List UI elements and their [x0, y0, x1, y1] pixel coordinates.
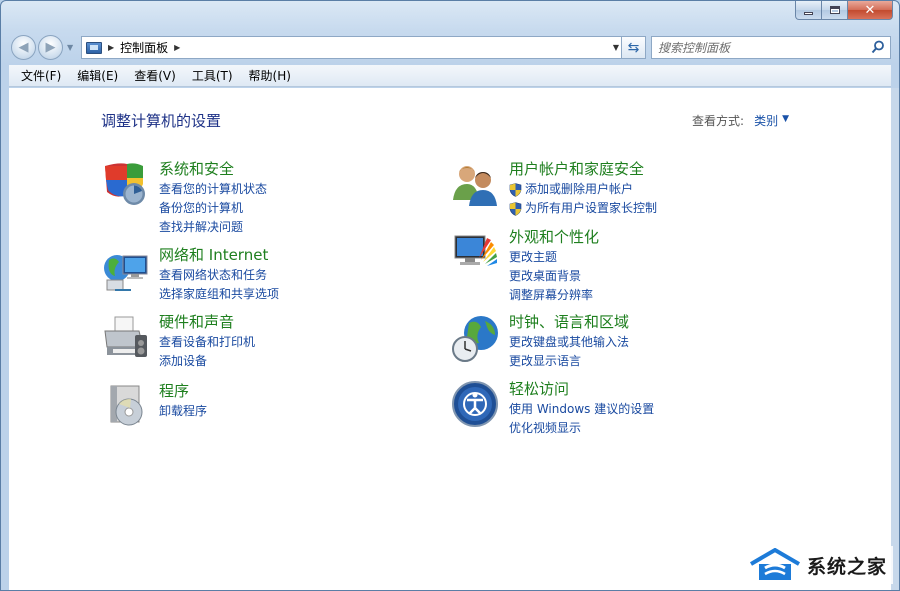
category-title[interactable]: 外观和个性化 — [509, 228, 599, 246]
caption-buttons: ✕ — [795, 1, 893, 20]
house-logo-icon — [749, 548, 800, 580]
category-title[interactable]: 硬件和声音 — [159, 313, 255, 331]
link-windows-recommended-settings[interactable]: 使用 Windows 建议的设置 — [509, 400, 654, 419]
menu-tools[interactable]: 工具(T) — [184, 65, 241, 86]
category-title[interactable]: 系统和安全 — [159, 160, 267, 178]
system-security-icon — [105, 163, 145, 205]
breadcrumb-chevron-icon[interactable]: ▶ — [174, 43, 180, 52]
link-desktop-background[interactable]: 更改桌面背景 — [509, 267, 599, 286]
minimize-button[interactable] — [795, 1, 822, 20]
category-body: 系统和安全 查看您的计算机状态 备份您的计算机 查找并解决问题 — [159, 160, 267, 237]
link-text[interactable]: 为所有用户设置家长控制 — [525, 199, 657, 218]
link-parental-controls[interactable]: 为所有用户设置家长控制 — [509, 199, 657, 218]
category-clock-language-region: 时钟、语言和区域 更改键盘或其他输入法 更改显示语言 — [451, 313, 629, 371]
link-backup-computer[interactable]: 备份您的计算机 — [159, 199, 267, 218]
maximize-button[interactable] — [822, 1, 848, 20]
hardware-printer-icon — [104, 316, 147, 357]
address-dropdown-icon[interactable]: ▼ — [613, 43, 619, 52]
content-area: 调整计算机的设置 查看方式: 类别 ▼ 系统和安全 查看您的计算机状态 备份您的… — [9, 88, 891, 590]
category-ease-of-access: 轻松访问 使用 Windows 建议的设置 优化视频显示 — [451, 380, 654, 438]
category-body: 用户帐户和家庭安全 添加或删除用户帐户 为所有用户设置家长控制 — [509, 160, 657, 218]
close-icon: ✕ — [864, 2, 876, 18]
category-body: 时钟、语言和区域 更改键盘或其他输入法 更改显示语言 — [509, 313, 629, 371]
category-body: 轻松访问 使用 Windows 建议的设置 优化视频显示 — [509, 380, 654, 438]
search-input[interactable] — [658, 40, 868, 55]
view-by-dropdown-icon[interactable]: ▼ — [782, 114, 789, 129]
refresh-icon: ⇆ — [627, 39, 640, 56]
category-appearance: 外观和个性化 更改主题 更改桌面背景 调整屏幕分辨率 — [451, 228, 599, 305]
link-change-theme[interactable]: 更改主题 — [509, 248, 599, 267]
menu-edit[interactable]: 编辑(E) — [69, 65, 126, 86]
users-icon — [453, 166, 497, 206]
link-keyboard-input[interactable]: 更改键盘或其他输入法 — [509, 333, 629, 352]
view-by: 查看方式: 类别 ▼ — [692, 112, 789, 129]
navigation-bar: ◀ ▶ ▼ ▶ 控制面板 ▶ ▼ ⇆ — [9, 33, 891, 61]
category-hardware-sound: 硬件和声音 查看设备和打印机 添加设备 — [101, 313, 255, 371]
category-body: 外观和个性化 更改主题 更改桌面背景 调整屏幕分辨率 — [509, 228, 599, 305]
category-title[interactable]: 轻松访问 — [509, 380, 654, 398]
category-body: 网络和 Internet 查看网络状态和任务 选择家庭组和共享选项 — [159, 246, 279, 304]
link-display-language[interactable]: 更改显示语言 — [509, 352, 629, 371]
maximize-icon — [829, 6, 840, 14]
link-add-device[interactable]: 添加设备 — [159, 352, 255, 371]
recent-pages-dropdown[interactable]: ▼ — [67, 43, 73, 52]
link-view-network-status[interactable]: 查看网络状态和任务 — [159, 266, 279, 285]
control-panel-icon — [86, 41, 102, 54]
close-button[interactable]: ✕ — [848, 1, 893, 20]
window-frame-right — [891, 88, 899, 590]
menu-view[interactable]: 查看(V) — [126, 65, 184, 86]
programs-icon — [110, 385, 143, 426]
clock-globe-icon — [452, 316, 498, 362]
forward-arrow-icon: ▶ — [45, 40, 56, 55]
breadcrumb-control-panel[interactable]: 控制面板 — [120, 39, 168, 56]
category-user-accounts: 用户帐户和家庭安全 添加或删除用户帐户 为所有用户设置家长控制 — [451, 160, 657, 218]
category-programs: 程序 卸载程序 — [101, 382, 207, 432]
breadcrumb-chevron-icon[interactable]: ▶ — [108, 43, 114, 52]
link-screen-resolution[interactable]: 调整屏幕分辨率 — [509, 286, 599, 305]
category-body: 硬件和声音 查看设备和打印机 添加设备 — [159, 313, 255, 371]
category-title[interactable]: 用户帐户和家庭安全 — [509, 160, 657, 178]
watermark-text: 系统之家 — [806, 555, 887, 578]
category-network: 网络和 Internet 查看网络状态和任务 选择家庭组和共享选项 — [101, 246, 279, 304]
link-add-remove-users[interactable]: 添加或删除用户帐户 — [509, 180, 657, 199]
network-icon — [104, 255, 148, 291]
link-text[interactable]: 添加或删除用户帐户 — [525, 180, 633, 199]
category-system-security: 系统和安全 查看您的计算机状态 备份您的计算机 查找并解决问题 — [101, 160, 267, 237]
menu-bar: 文件(F) 编辑(E) 查看(V) 工具(T) 帮助(H) — [9, 65, 891, 87]
category-body: 程序 卸载程序 — [159, 382, 207, 432]
link-view-computer-status[interactable]: 查看您的计算机状态 — [159, 180, 267, 199]
menu-help[interactable]: 帮助(H) — [241, 65, 299, 86]
address-bar[interactable]: ▶ 控制面板 ▶ ▼ — [81, 36, 624, 59]
link-devices-printers[interactable]: 查看设备和打印机 — [159, 333, 255, 352]
forward-button[interactable]: ▶ — [38, 35, 63, 60]
uac-shield-icon — [509, 182, 522, 197]
minimize-icon — [804, 11, 813, 15]
search-box[interactable] — [651, 36, 891, 59]
appearance-icon — [454, 235, 497, 266]
back-arrow-icon: ◀ — [18, 40, 29, 55]
control-panel-window: ✕ ◀ ▶ ▼ ▶ 控制面板 ▶ ▼ ⇆ 文件(F) 编辑(E) 查看(V) 工… — [0, 0, 900, 591]
category-title[interactable]: 程序 — [159, 382, 207, 400]
back-button[interactable]: ◀ — [11, 35, 36, 60]
refresh-button[interactable]: ⇆ — [621, 36, 646, 59]
view-by-selector[interactable]: 类别 — [754, 112, 778, 129]
link-uninstall-program[interactable]: 卸载程序 — [159, 402, 207, 421]
page-title: 调整计算机的设置 — [101, 112, 222, 130]
link-homegroup-sharing[interactable]: 选择家庭组和共享选项 — [159, 285, 279, 304]
category-title[interactable]: 时钟、语言和区域 — [509, 313, 629, 331]
link-optimize-visual-display[interactable]: 优化视频显示 — [509, 419, 654, 438]
ease-of-access-icon — [452, 381, 498, 427]
site-watermark: 系统之家 — [740, 546, 893, 584]
menu-file[interactable]: 文件(F) — [13, 65, 69, 86]
search-icon[interactable] — [871, 40, 885, 54]
category-title[interactable]: 网络和 Internet — [159, 246, 279, 264]
uac-shield-icon — [509, 201, 522, 216]
view-by-label: 查看方式: — [692, 114, 745, 128]
link-troubleshoot[interactable]: 查找并解决问题 — [159, 218, 267, 237]
